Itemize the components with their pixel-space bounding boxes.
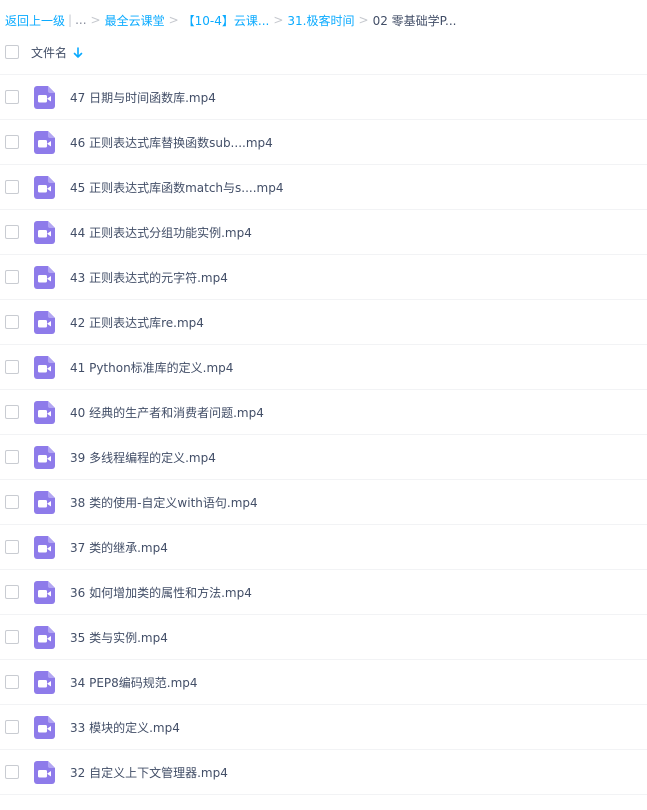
- file-row[interactable]: 42 正则表达式库re.mp4: [0, 300, 647, 345]
- row-checkbox[interactable]: [5, 180, 19, 194]
- video-file-icon: [34, 761, 55, 784]
- file-row[interactable]: 40 经典的生产者和消费者问题.mp4: [0, 390, 647, 435]
- row-checkbox[interactable]: [5, 225, 19, 239]
- file-row[interactable]: 36 如何增加类的属性和方法.mp4: [0, 570, 647, 615]
- file-name[interactable]: 35 类与实例.mp4: [70, 629, 168, 646]
- video-file-icon: [34, 86, 55, 109]
- row-checkbox[interactable]: [5, 720, 19, 734]
- row-checkbox[interactable]: [5, 495, 19, 509]
- file-name[interactable]: 33 模块的定义.mp4: [70, 719, 180, 736]
- file-name[interactable]: 32 自定义上下文管理器.mp4: [70, 764, 228, 781]
- video-file-icon: [34, 131, 55, 154]
- breadcrumb-separator-icon: >: [168, 13, 179, 27]
- file-list-header: 文件名: [0, 40, 647, 64]
- file-row[interactable]: 48 数字相关库.mp4: [0, 64, 647, 75]
- file-row[interactable]: 44 正则表达式分组功能实例.mp4: [0, 210, 647, 255]
- breadcrumb-separator-icon: >: [90, 13, 101, 27]
- row-checkbox[interactable]: [5, 585, 19, 599]
- file-row[interactable]: 37 类的继承.mp4: [0, 525, 647, 570]
- file-list-rows: 48 数字相关库.mp4 47 日期与时间函数库.mp4 46 正则表达式库替换…: [0, 64, 647, 795]
- file-row[interactable]: 41 Python标准库的定义.mp4: [0, 345, 647, 390]
- file-name[interactable]: 46 正则表达式库替换函数sub....mp4: [70, 134, 273, 151]
- row-checkbox[interactable]: [5, 450, 19, 464]
- breadcrumb-current: 02 零基础学P...: [372, 13, 457, 28]
- breadcrumb-item[interactable]: 31.极客时间: [287, 12, 354, 29]
- breadcrumb-item[interactable]: 最全云课堂: [105, 12, 165, 29]
- file-name[interactable]: 40 经典的生产者和消费者问题.mp4: [70, 404, 264, 421]
- row-checkbox[interactable]: [5, 630, 19, 644]
- column-header-filename[interactable]: 文件名: [31, 44, 83, 61]
- column-header-label: 文件名: [31, 46, 68, 60]
- video-file-icon: [34, 311, 55, 334]
- file-row[interactable]: 33 模块的定义.mp4: [0, 705, 647, 750]
- row-checkbox[interactable]: [5, 270, 19, 284]
- file-row[interactable]: 35 类与实例.mp4: [0, 615, 647, 660]
- file-row[interactable]: 47 日期与时间函数库.mp4: [0, 75, 647, 120]
- video-file-icon: [34, 266, 55, 289]
- row-checkbox[interactable]: [5, 90, 19, 104]
- video-file-icon: [34, 626, 55, 649]
- video-file-icon: [34, 446, 55, 469]
- breadcrumb-ellipsis[interactable]: ...: [75, 13, 86, 27]
- row-checkbox[interactable]: [5, 135, 19, 149]
- breadcrumb-item[interactable]: 【10-4】云课...: [183, 12, 270, 29]
- sort-down-arrow-icon: [73, 46, 83, 58]
- file-row[interactable]: 43 正则表达式的元字符.mp4: [0, 255, 647, 300]
- file-name[interactable]: 34 PEP8编码规范.mp4: [70, 674, 198, 691]
- row-checkbox[interactable]: [5, 360, 19, 374]
- video-file-icon: [34, 716, 55, 739]
- file-name[interactable]: 38 类的使用-自定义with语句.mp4: [70, 494, 258, 511]
- row-checkbox[interactable]: [5, 405, 19, 419]
- file-name[interactable]: 42 正则表达式库re.mp4: [70, 314, 204, 331]
- video-file-icon: [34, 356, 55, 379]
- breadcrumb-separator-icon: >: [273, 13, 284, 27]
- file-row[interactable]: 32 自定义上下文管理器.mp4: [0, 750, 647, 795]
- video-file-icon: [34, 176, 55, 199]
- row-checkbox[interactable]: [5, 675, 19, 689]
- breadcrumb: 返回上一级 | ... > 最全云课堂 > 【10-4】云课... > 31.极…: [0, 0, 647, 40]
- video-file-icon: [34, 401, 55, 424]
- file-list[interactable]: 48 数字相关库.mp4 47 日期与时间函数库.mp4 46 正则表达式库替换…: [0, 64, 647, 810]
- file-row[interactable]: 34 PEP8编码规范.mp4: [0, 660, 647, 705]
- file-name[interactable]: 36 如何增加类的属性和方法.mp4: [70, 584, 252, 601]
- file-name[interactable]: 39 多线程编程的定义.mp4: [70, 449, 216, 466]
- file-row[interactable]: 38 类的使用-自定义with语句.mp4: [0, 480, 647, 525]
- back-link[interactable]: 返回上一级: [5, 12, 65, 29]
- video-file-icon: [34, 491, 55, 514]
- video-file-icon: [34, 536, 55, 559]
- file-name[interactable]: 41 Python标准库的定义.mp4: [70, 359, 233, 376]
- breadcrumb-separator-icon: >: [358, 13, 369, 27]
- row-checkbox[interactable]: [5, 315, 19, 329]
- select-all-checkbox[interactable]: [5, 45, 19, 59]
- file-row[interactable]: 46 正则表达式库替换函数sub....mp4: [0, 120, 647, 165]
- file-name[interactable]: 47 日期与时间函数库.mp4: [70, 89, 216, 106]
- file-row[interactable]: 45 正则表达式库函数match与s....mp4: [0, 165, 647, 210]
- file-row[interactable]: 39 多线程编程的定义.mp4: [0, 435, 647, 480]
- breadcrumb-divider: |: [68, 13, 73, 27]
- video-file-icon: [34, 221, 55, 244]
- video-file-icon: [34, 581, 55, 604]
- file-name[interactable]: 43 正则表达式的元字符.mp4: [70, 269, 228, 286]
- file-name[interactable]: 37 类的继承.mp4: [70, 539, 168, 556]
- file-name[interactable]: 44 正则表达式分组功能实例.mp4: [70, 224, 252, 241]
- row-checkbox[interactable]: [5, 765, 19, 779]
- video-file-icon: [34, 671, 55, 694]
- file-name[interactable]: 45 正则表达式库函数match与s....mp4: [70, 179, 284, 196]
- row-checkbox[interactable]: [5, 540, 19, 554]
